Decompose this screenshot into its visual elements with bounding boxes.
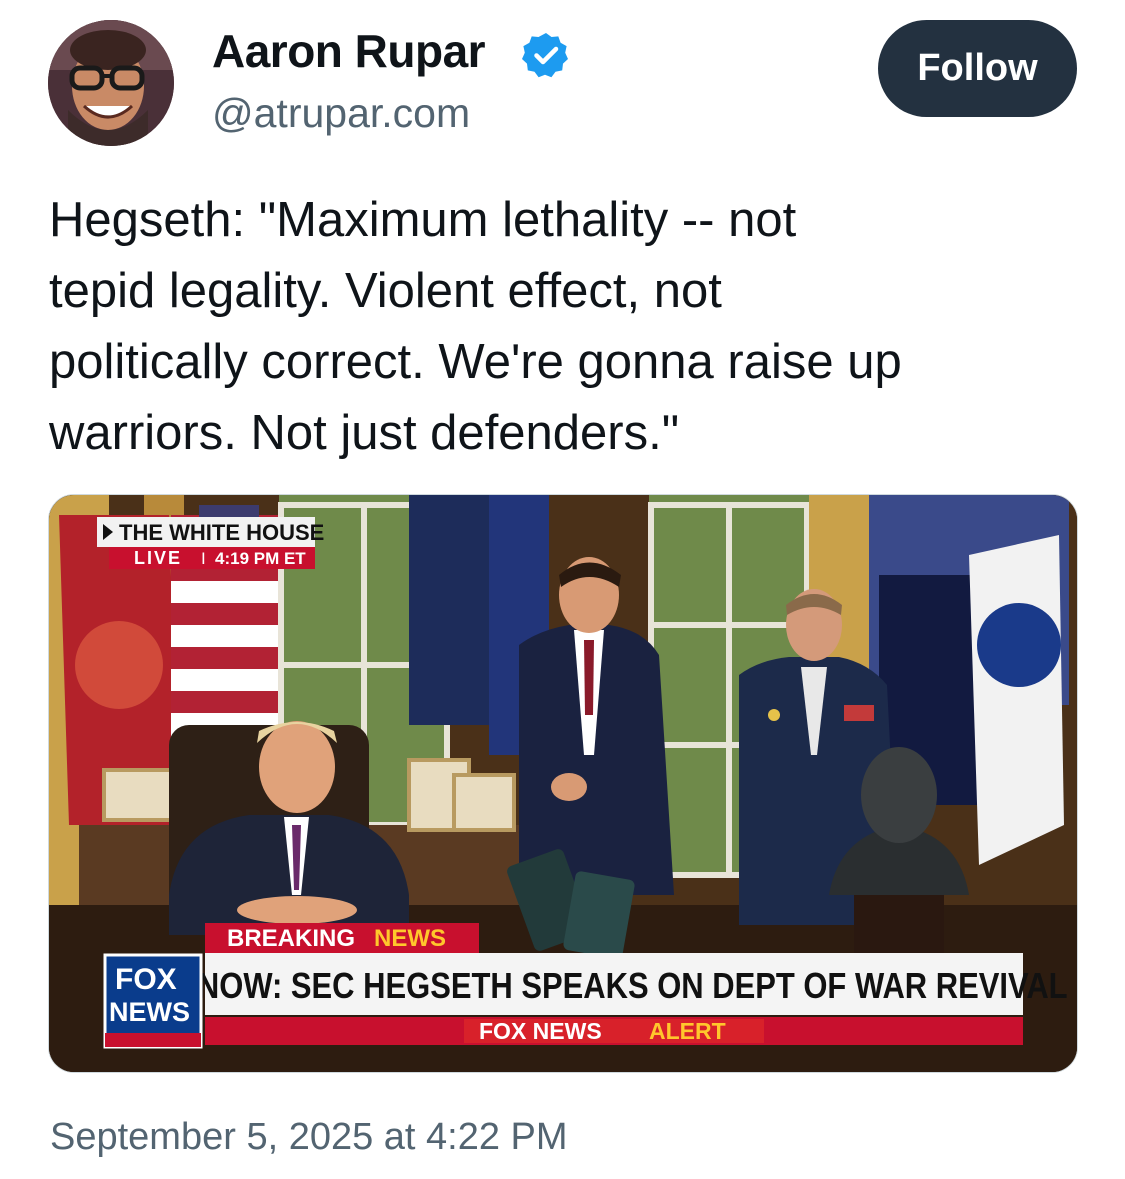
follow-button[interactable]: Follow (878, 20, 1077, 117)
alert-network: FOX NEWS (479, 1018, 602, 1044)
bug-source: THE WHITE HOUSE (119, 520, 324, 545)
breaking-label: BREAKING (227, 925, 355, 952)
bug-live: LIVE (134, 548, 182, 568)
logo-fox: FOX (115, 963, 177, 996)
avatar[interactable] (48, 20, 174, 146)
news-label: NEWS (374, 925, 446, 952)
svg-text:I: I (201, 549, 206, 568)
tweet-text: Hegseth: "Maximum lethality -- not tepid… (49, 193, 902, 460)
breaking-news-tab: BREAKING NEWS (205, 923, 479, 953)
tweet-timestamp[interactable]: September 5, 2025 at 4:22 PM (50, 1116, 568, 1159)
alert-label: ALERT (649, 1018, 726, 1044)
news-broadcast-scene: THE WHITE HOUSE LIVE I 4:19 PM ET BREAKI… (49, 495, 1077, 1072)
live-bug: THE WHITE HOUSE LIVE I 4:19 PM ET (97, 517, 324, 569)
headline-bar: NOW: SEC HEGSETH SPEAKS ON DEPT OF WAR R… (197, 953, 1068, 1015)
display-name[interactable]: Aaron Rupar (212, 24, 486, 78)
logo-news: NEWS (109, 997, 190, 1027)
bug-time: 4:19 PM ET (215, 549, 306, 568)
alert-bar: FOX NEWS ALERT (205, 1017, 1023, 1045)
fox-news-logo-icon: FOX NEWS (103, 953, 203, 1049)
avatar-photo (48, 20, 174, 146)
tweet-video-frame[interactable]: THE WHITE HOUSE LIVE I 4:19 PM ET BREAKI… (48, 494, 1078, 1073)
chyron-headline: NOW: SEC HEGSETH SPEAKS ON DEPT OF WAR R… (197, 967, 1068, 1007)
verified-badge-icon (522, 33, 568, 78)
user-handle[interactable]: @atrupar.com (212, 90, 470, 137)
